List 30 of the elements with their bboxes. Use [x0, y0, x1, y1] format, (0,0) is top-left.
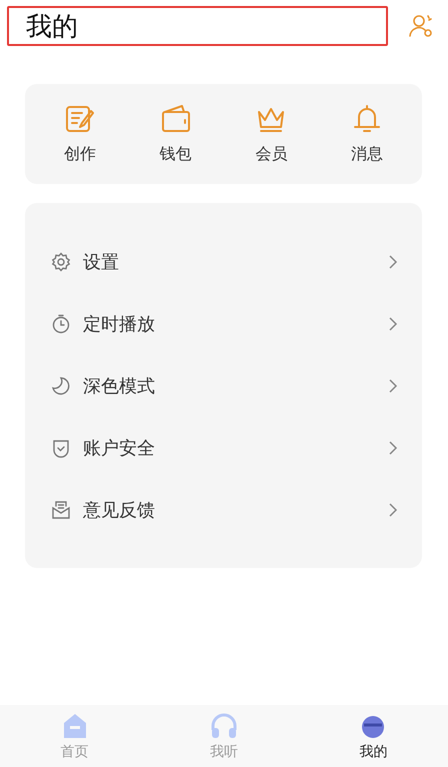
menu-label: 深色模式: [83, 375, 156, 398]
wallet-icon: [160, 103, 192, 135]
menu-label: 账户安全: [83, 437, 156, 460]
menu-label: 设置: [83, 251, 120, 274]
chevron-icon: [388, 316, 398, 332]
menu-label: 意见反馈: [83, 499, 156, 522]
chevron-icon: [388, 254, 398, 270]
tab[interactable]: 我的: [298, 705, 448, 767]
mail-icon: [51, 500, 71, 520]
menu-item[interactable]: 意见反馈: [25, 479, 422, 541]
headphones-icon: [208, 711, 239, 741]
timer-icon: [51, 314, 71, 334]
menu-label: 定时播放: [83, 313, 156, 336]
chevron-icon: [388, 502, 398, 518]
shortcut-button[interactable]: 创作: [32, 103, 128, 165]
menu-item[interactable]: 账户安全: [25, 417, 422, 479]
moon-icon: [51, 376, 71, 396]
shortcut-button[interactable]: 消息: [319, 103, 415, 165]
edit-icon: [64, 103, 96, 135]
menu-item[interactable]: 设置: [25, 231, 422, 293]
settings-icon: [51, 252, 71, 272]
shortcut-button[interactable]: 会员: [224, 103, 320, 165]
menu-item[interactable]: 定时播放: [25, 293, 422, 355]
shortcut-button[interactable]: 钱包: [128, 103, 224, 165]
chevron-icon: [388, 378, 398, 394]
chevron-icon: [388, 440, 398, 456]
user-settings-icon[interactable]: [408, 13, 434, 39]
shield-icon: [51, 438, 71, 458]
menu-item[interactable]: 深色模式: [25, 355, 422, 417]
page-title: 我的: [7, 6, 388, 46]
